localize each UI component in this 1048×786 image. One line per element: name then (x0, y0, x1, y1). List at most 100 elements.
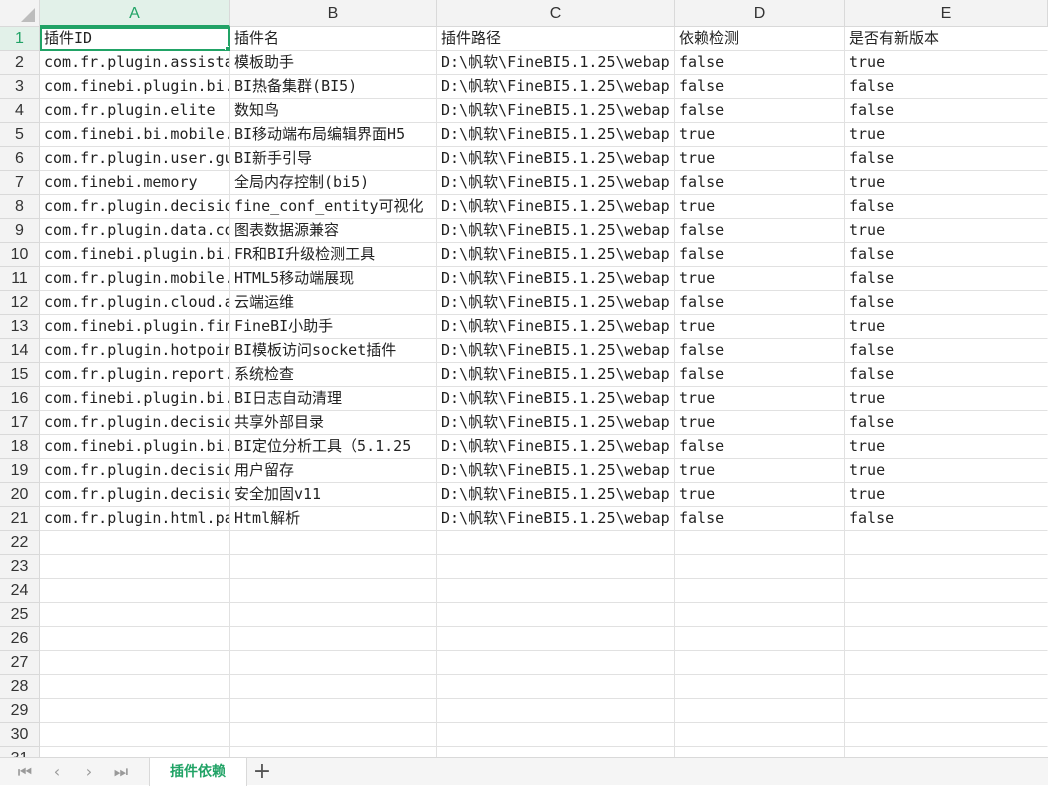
table-cell[interactable] (40, 531, 230, 555)
table-cell[interactable]: com.fr.plugin.data.co (40, 219, 230, 243)
table-cell[interactable]: false (845, 99, 1048, 123)
table-cell[interactable]: true (675, 147, 845, 171)
table-cell[interactable]: false (845, 363, 1048, 387)
table-cell[interactable]: false (845, 147, 1048, 171)
table-cell[interactable]: D:\帆软\FineBI5.1.25\webap (437, 195, 675, 219)
row-header[interactable]: 23 (0, 555, 40, 579)
table-cell[interactable]: 云端运维 (230, 291, 437, 315)
table-cell[interactable]: com.finebi.plugin.fin (40, 315, 230, 339)
table-cell[interactable] (40, 579, 230, 603)
table-cell[interactable] (437, 699, 675, 723)
table-cell[interactable]: false (675, 99, 845, 123)
table-cell[interactable]: 模板助手 (230, 51, 437, 75)
select-all-corner[interactable] (0, 0, 40, 27)
table-cell[interactable]: BI热备集群(BI5) (230, 75, 437, 99)
table-cell[interactable]: false (675, 507, 845, 531)
table-cell[interactable]: 数知鸟 (230, 99, 437, 123)
table-cell[interactable]: false (845, 195, 1048, 219)
table-cell[interactable]: false (675, 339, 845, 363)
table-cell[interactable] (230, 603, 437, 627)
table-cell[interactable]: com.finebi.memory (40, 171, 230, 195)
table-cell[interactable]: fine_conf_entity可视化 (230, 195, 437, 219)
header-cell[interactable]: 插件名 (230, 27, 437, 51)
table-cell[interactable] (230, 579, 437, 603)
table-cell[interactable] (230, 651, 437, 675)
first-sheet-icon[interactable]: ⏮ (12, 761, 38, 783)
table-cell[interactable]: false (675, 435, 845, 459)
table-cell[interactable] (230, 627, 437, 651)
row-header[interactable]: 4 (0, 99, 40, 123)
table-cell[interactable] (845, 531, 1048, 555)
table-cell[interactable]: true (845, 171, 1048, 195)
table-cell[interactable] (40, 699, 230, 723)
table-cell[interactable]: true (675, 267, 845, 291)
table-cell[interactable] (845, 627, 1048, 651)
table-cell[interactable] (845, 699, 1048, 723)
table-cell[interactable]: com.fr.plugin.elite (40, 99, 230, 123)
row-header[interactable]: 6 (0, 147, 40, 171)
table-cell[interactable]: D:\帆软\FineBI5.1.25\webap (437, 411, 675, 435)
table-cell[interactable] (437, 651, 675, 675)
table-cell[interactable]: com.finebi.bi.mobile. (40, 123, 230, 147)
table-cell[interactable] (437, 603, 675, 627)
active-cell[interactable]: 插件ID (40, 27, 230, 51)
row-header[interactable]: 7 (0, 171, 40, 195)
last-sheet-icon[interactable]: ⏭ (108, 761, 134, 783)
table-cell[interactable]: D:\帆软\FineBI5.1.25\webap (437, 51, 675, 75)
table-cell[interactable]: D:\帆软\FineBI5.1.25\webap (437, 339, 675, 363)
table-cell[interactable]: true (675, 315, 845, 339)
row-header[interactable]: 29 (0, 699, 40, 723)
row-header[interactable]: 3 (0, 75, 40, 99)
row-header[interactable]: 13 (0, 315, 40, 339)
table-cell[interactable]: false (675, 219, 845, 243)
table-cell[interactable]: true (675, 123, 845, 147)
table-cell[interactable]: false (675, 75, 845, 99)
row-header[interactable]: 1 (0, 27, 40, 51)
table-cell[interactable] (40, 651, 230, 675)
column-header-d[interactable]: D (675, 0, 845, 27)
table-cell[interactable]: true (845, 483, 1048, 507)
table-cell[interactable]: D:\帆软\FineBI5.1.25\webap (437, 483, 675, 507)
table-cell[interactable]: false (675, 51, 845, 75)
table-cell[interactable] (230, 531, 437, 555)
table-cell[interactable]: com.fr.plugin.decisio (40, 459, 230, 483)
table-cell[interactable]: D:\帆软\FineBI5.1.25\webap (437, 171, 675, 195)
table-cell[interactable]: true (675, 387, 845, 411)
column-header-c[interactable]: C (437, 0, 675, 27)
table-cell[interactable] (675, 675, 845, 699)
table-cell[interactable]: D:\帆软\FineBI5.1.25\webap (437, 315, 675, 339)
table-cell[interactable]: true (845, 123, 1048, 147)
table-cell[interactable]: Html解析 (230, 507, 437, 531)
table-cell[interactable]: D:\帆软\FineBI5.1.25\webap (437, 291, 675, 315)
table-cell[interactable] (230, 699, 437, 723)
table-cell[interactable]: com.fr.plugin.hotpoin (40, 339, 230, 363)
row-header[interactable]: 5 (0, 123, 40, 147)
row-header[interactable]: 20 (0, 483, 40, 507)
row-header[interactable]: 22 (0, 531, 40, 555)
table-cell[interactable] (437, 675, 675, 699)
table-cell[interactable]: 全局内存控制(bi5) (230, 171, 437, 195)
table-cell[interactable]: BI日志自动清理 (230, 387, 437, 411)
table-cell[interactable]: false (675, 291, 845, 315)
row-header[interactable]: 24 (0, 579, 40, 603)
table-cell[interactable] (230, 747, 437, 757)
table-cell[interactable]: FineBI小助手 (230, 315, 437, 339)
row-header[interactable]: 2 (0, 51, 40, 75)
row-header[interactable]: 17 (0, 411, 40, 435)
table-cell[interactable]: BI新手引导 (230, 147, 437, 171)
column-header-e[interactable]: E (845, 0, 1048, 27)
row-header[interactable]: 25 (0, 603, 40, 627)
table-cell[interactable]: true (845, 219, 1048, 243)
table-cell[interactable]: com.finebi.plugin.bi. (40, 387, 230, 411)
table-cell[interactable] (437, 555, 675, 579)
row-header[interactable]: 10 (0, 243, 40, 267)
table-cell[interactable] (675, 627, 845, 651)
table-cell[interactable] (230, 675, 437, 699)
table-cell[interactable] (675, 555, 845, 579)
table-cell[interactable]: false (675, 171, 845, 195)
row-header[interactable]: 14 (0, 339, 40, 363)
table-cell[interactable] (675, 723, 845, 747)
table-cell[interactable]: false (845, 75, 1048, 99)
table-cell[interactable]: true (845, 459, 1048, 483)
table-cell[interactable]: false (845, 339, 1048, 363)
